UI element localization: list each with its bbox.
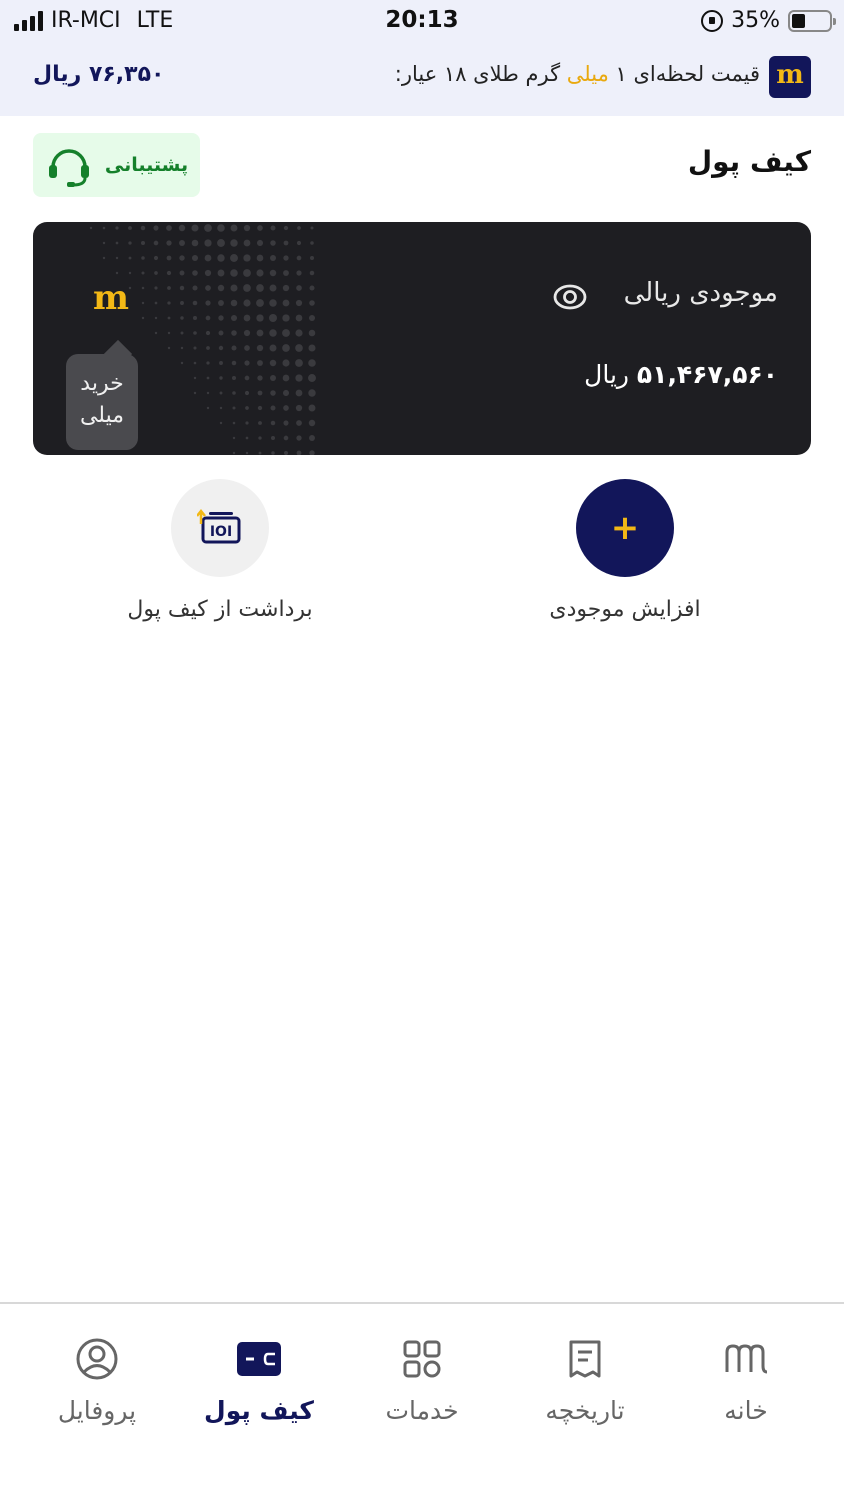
battery-icon <box>788 9 836 32</box>
grid-icon <box>403 1340 441 1378</box>
add-balance-button[interactable]: + <box>576 479 674 577</box>
buy-label-1: خرید <box>80 371 124 396</box>
wallet-icon <box>237 1342 281 1376</box>
brand-logo-icon: m <box>769 56 811 98</box>
nav-item-wallet[interactable]: کیف پول <box>184 1336 334 1425</box>
plus-icon: + <box>610 508 640 548</box>
nav-item-home[interactable]: خانه <box>671 1336 821 1425</box>
caption-part-2: گرم طلای ۱۸ عیار: <box>394 62 567 86</box>
nav-label-profile: پروفایل <box>57 1396 137 1425</box>
nav-item-history[interactable]: تاریخچه <box>510 1336 660 1425</box>
bottom-navigation: خانه تاریخچه خدمات کیف پول پروفایل <box>0 1302 844 1500</box>
withdraw-label: برداشت از کیف پول <box>127 597 313 622</box>
page-title: کیف پول <box>687 145 811 178</box>
buy-label-2: میلی <box>79 403 125 428</box>
gold-price-value: ۷۶,۳۵۰ ریال <box>33 62 165 87</box>
nav-label-history: تاریخچه <box>545 1396 625 1425</box>
gold-price-strip: m قیمت لحظه‌ای ۱ میلی گرم طلای ۱۸ عیار: … <box>0 50 844 106</box>
gold-price-caption: قیمت لحظه‌ای ۱ میلی گرم طلای ۱۸ عیار: <box>395 62 760 86</box>
wallet-card: موجودی ریالی ۵۱,۴۶۷,۵۶۰ ریال m خرید میلی <box>33 222 811 455</box>
add-balance-action[interactable]: + افزایش موجودی <box>505 479 745 622</box>
status-right: 35% <box>701 8 836 33</box>
support-button[interactable]: پشتیبانی <box>33 133 200 197</box>
buy-mili-button[interactable]: خرید میلی <box>66 354 138 450</box>
nav-label-wallet: کیف پول <box>204 1396 314 1425</box>
status-bar: IR-MCI LTE 20:13 35% <box>0 0 844 44</box>
nav-label-home: خانه <box>724 1396 768 1425</box>
home-logo-icon <box>725 1344 768 1374</box>
svg-text:IOI: IOI <box>210 524 232 540</box>
battery-percent: 35% <box>731 8 780 33</box>
withdraw-button[interactable]: IOI <box>171 479 269 577</box>
withdraw-action[interactable]: IOI برداشت از کیف پول <box>100 479 340 622</box>
rial-balance-title: موجودی ریالی <box>623 278 778 308</box>
nav-item-profile[interactable]: پروفایل <box>22 1336 172 1425</box>
headset-icon <box>48 149 89 187</box>
support-label: پشتیبانی <box>104 154 189 176</box>
add-balance-label: افزایش موجودی <box>549 597 701 622</box>
receipt-icon <box>569 1340 601 1378</box>
balance-value: ۵۱,۴۶۷,۵۶۰ <box>636 360 778 389</box>
card-logo-icon: m <box>93 278 129 318</box>
rotation-lock-icon <box>701 9 724 32</box>
nav-label-services: خدمات <box>385 1396 459 1425</box>
nav-item-services[interactable]: خدمات <box>347 1336 497 1425</box>
balance-unit: ریال <box>584 360 629 389</box>
rial-balance: ۵۱,۴۶۷,۵۶۰ ریال <box>584 360 778 389</box>
caption-highlight: میلی <box>566 62 609 86</box>
eye-icon[interactable] <box>553 282 587 312</box>
withdraw-money-icon: IOI <box>197 508 241 544</box>
profile-icon <box>76 1338 118 1380</box>
caption-part-1: قیمت لحظه‌ای ۱ <box>608 62 760 86</box>
